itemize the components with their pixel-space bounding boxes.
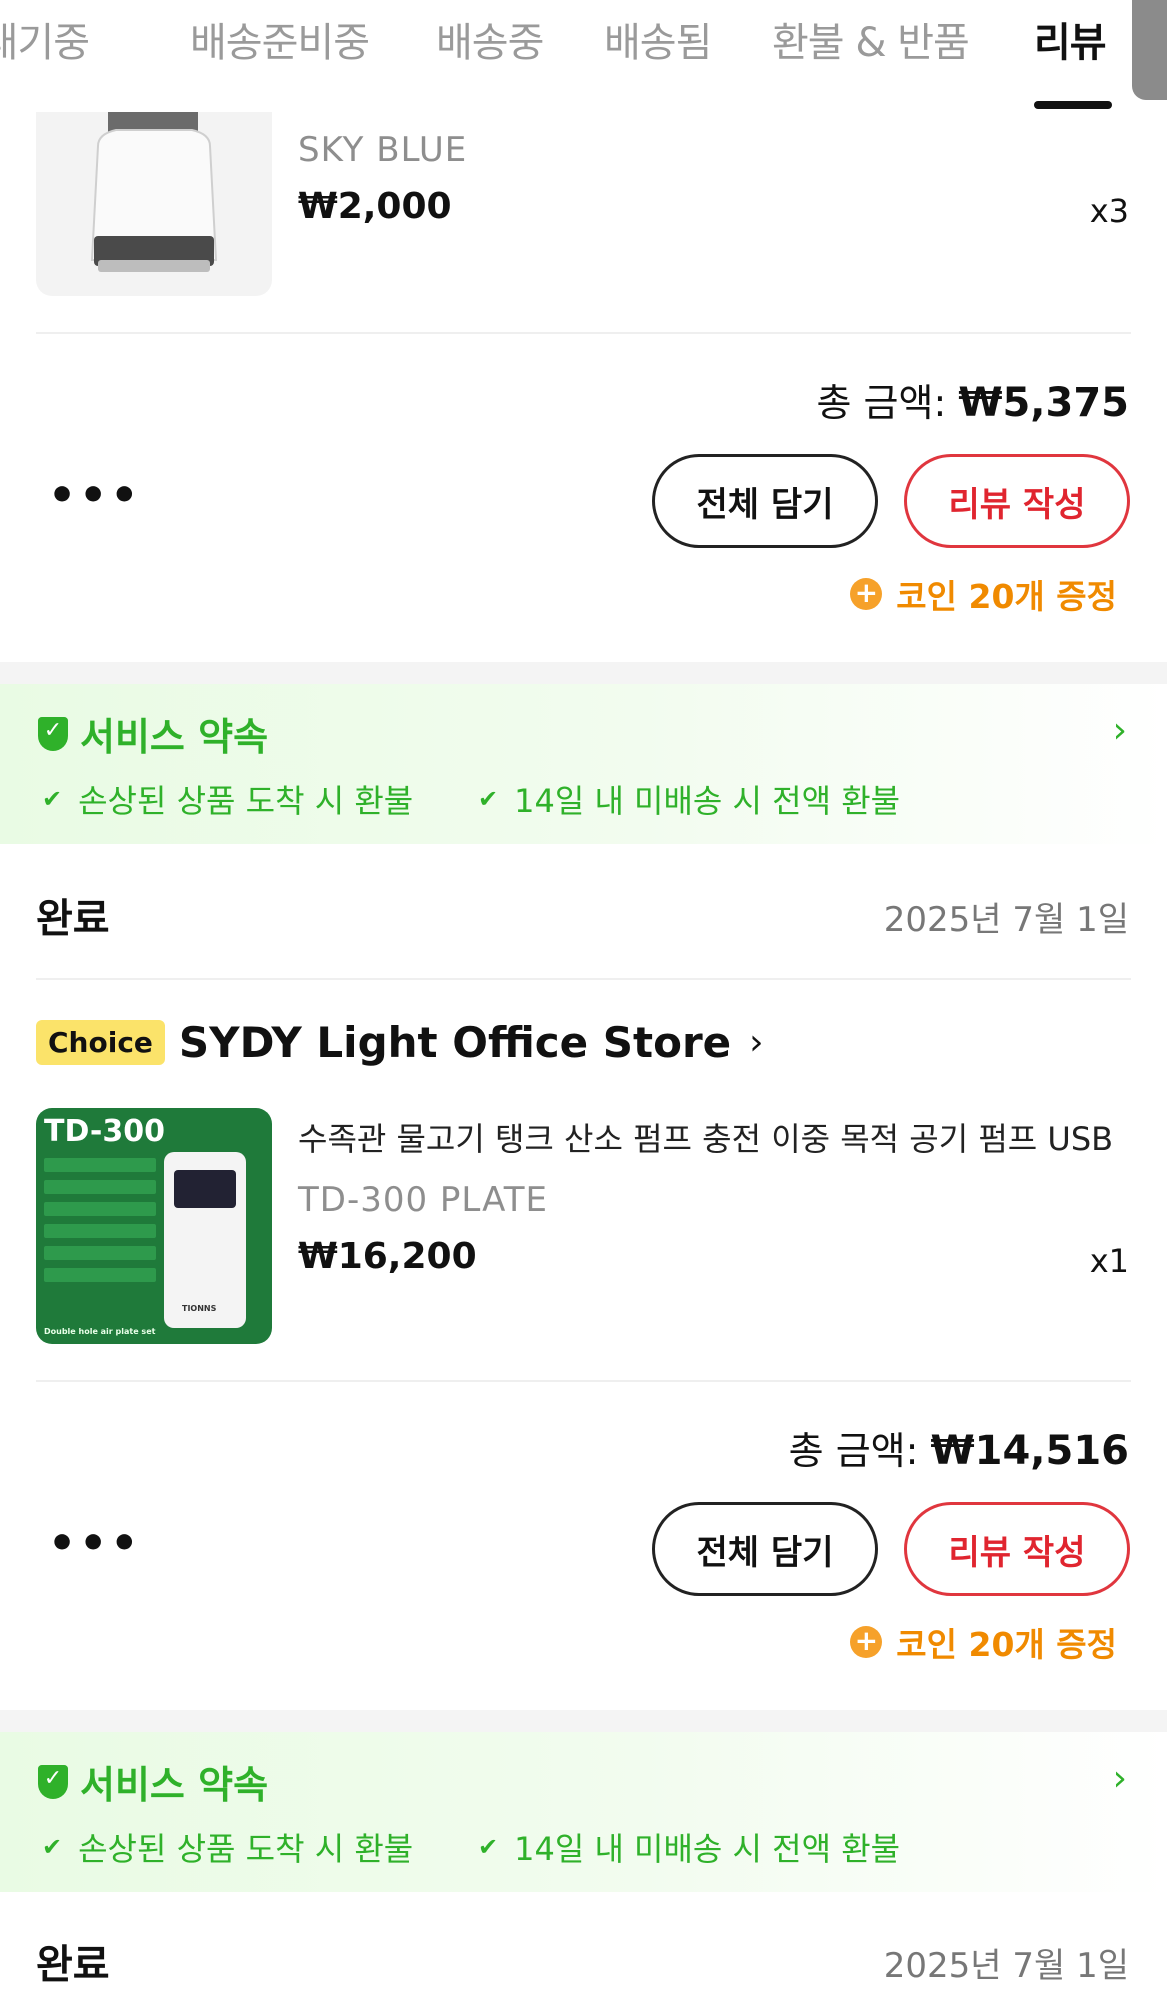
product-title[interactable]: 수족관 물고기 탱크 산소 펌프 충전 이중 목적 공기 펌프 USB bbox=[298, 1114, 1130, 1160]
order-status: 완료 bbox=[36, 896, 110, 942]
service-promise-banner[interactable]: 서비스 약속 › ✔ 손상된 상품 도착 시 환불 ✔ 14일 내 미배송 시 … bbox=[0, 684, 1167, 844]
order-date: 2025년 7월 1일 bbox=[883, 1946, 1129, 1986]
total-label: 총 금액: bbox=[816, 381, 947, 425]
product-variant: SKY BLUE bbox=[298, 130, 468, 170]
check-icon: ✔ bbox=[42, 1833, 63, 1861]
service-promise-title: 서비스 약속 bbox=[38, 1754, 268, 1809]
section-gap bbox=[0, 662, 1167, 684]
service-item: ✔ 14일 내 미배송 시 전액 환불 bbox=[478, 782, 901, 820]
check-icon: ✔ bbox=[42, 785, 63, 813]
chevron-right-icon[interactable]: › bbox=[1113, 710, 1127, 751]
chevron-right-icon: › bbox=[749, 1022, 764, 1063]
tab-awaiting-payment[interactable]: 결제대기중 bbox=[0, 10, 90, 68]
product-image[interactable]: TD-300 TIONNS Double hole air plate set bbox=[36, 1108, 272, 1344]
choice-badge: Choice bbox=[36, 1020, 165, 1065]
product-quantity: x1 bbox=[1089, 1242, 1129, 1280]
image-spec-rows bbox=[44, 1158, 156, 1290]
add-all-to-cart-button[interactable]: 전체 담기 bbox=[652, 1502, 878, 1596]
order-date: 2025년 7월 1일 bbox=[883, 900, 1129, 940]
active-tab-indicator bbox=[1034, 101, 1112, 109]
divider bbox=[36, 1380, 1131, 1382]
order-status: 완료 bbox=[36, 1942, 110, 1988]
service-item: ✔ 14일 내 미배송 시 전액 환불 bbox=[478, 1830, 901, 1868]
coin-reward-text: 코인 20개 증정 bbox=[896, 1625, 1117, 1664]
divider bbox=[36, 332, 1131, 334]
service-promise-banner[interactable]: 서비스 약속 › ✔ 손상된 상품 도착 시 환불 ✔ 14일 내 미배송 시 … bbox=[0, 1732, 1167, 1892]
image-model-label: TD-300 bbox=[44, 1114, 165, 1149]
coin-reward: 코인 20개 증정 bbox=[850, 570, 1117, 618]
order-total: 총 금액: ₩14,516 bbox=[789, 1420, 1129, 1475]
divider bbox=[36, 978, 1131, 980]
coin-icon bbox=[850, 576, 883, 610]
service-promise-title: 서비스 약속 bbox=[38, 706, 268, 761]
write-review-button[interactable]: 리뷰 작성 bbox=[904, 454, 1130, 548]
store-link[interactable]: Choice SYDY Light Office Store › bbox=[36, 1018, 764, 1067]
service-item: ✔ 손상된 상품 도착 시 환불 bbox=[42, 782, 414, 820]
shield-check-icon bbox=[38, 1764, 68, 1799]
total-label: 총 금액: bbox=[788, 1429, 919, 1473]
total-value: ₩14,516 bbox=[930, 1428, 1129, 1474]
coin-icon bbox=[850, 1624, 883, 1658]
image-caption: Double hole air plate set bbox=[44, 1327, 156, 1336]
write-review-button[interactable]: 리뷰 작성 bbox=[904, 1502, 1130, 1596]
product-price: ₩2,000 bbox=[298, 186, 452, 227]
coin-reward: 코인 20개 증정 bbox=[850, 1618, 1117, 1666]
product-price: ₩16,200 bbox=[298, 1236, 477, 1277]
coin-reward-text: 코인 20개 증정 bbox=[896, 577, 1117, 616]
tab-shipping[interactable]: 배송중 bbox=[436, 10, 544, 68]
total-value: ₩5,375 bbox=[958, 380, 1129, 426]
add-all-to-cart-button[interactable]: 전체 담기 bbox=[652, 454, 878, 548]
tab-review[interactable]: 리뷰 bbox=[1034, 10, 1107, 68]
check-icon: ✔ bbox=[478, 1833, 499, 1861]
chevron-right-icon[interactable]: › bbox=[1113, 1758, 1127, 1799]
pump-device-icon bbox=[164, 1152, 246, 1328]
check-icon: ✔ bbox=[478, 785, 499, 813]
tab-preparing[interactable]: 배송준비중 bbox=[190, 10, 370, 68]
floating-handle[interactable] bbox=[1132, 0, 1167, 100]
more-options-icon[interactable]: ••• bbox=[48, 1518, 141, 1569]
tab-refund-return[interactable]: 환불 & 반품 bbox=[772, 10, 970, 68]
shield-check-icon bbox=[38, 716, 68, 751]
order-total: 총 금액: ₩5,375 bbox=[816, 372, 1129, 427]
product-variant: TD-300 PLATE bbox=[298, 1180, 549, 1220]
service-item: ✔ 손상된 상품 도착 시 환불 bbox=[42, 1830, 414, 1868]
store-name: SYDY Light Office Store bbox=[178, 1018, 732, 1067]
order-status-tabs: 결제대기중 배송준비중 배송중 배송됨 환불 & 반품 리뷰 bbox=[0, 0, 1167, 112]
product-quantity: x3 bbox=[1089, 192, 1129, 230]
section-gap bbox=[0, 1710, 1167, 1732]
tab-delivered[interactable]: 배송됨 bbox=[604, 10, 712, 68]
more-options-icon[interactable]: ••• bbox=[48, 470, 141, 521]
image-brand: TIONNS bbox=[182, 1304, 217, 1313]
